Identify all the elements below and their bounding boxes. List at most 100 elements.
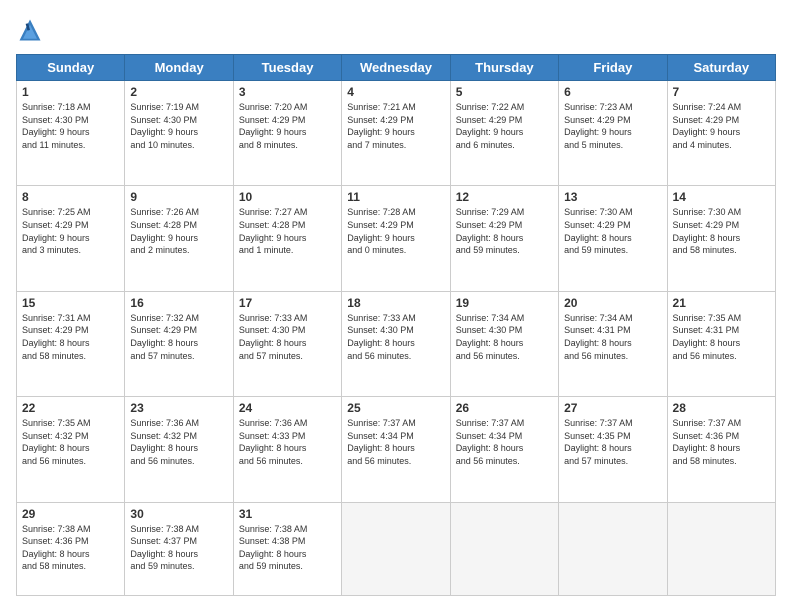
calendar-cell: 27 Sunrise: 7:37 AM Sunset: 4:35 PM Dayli… — [559, 397, 667, 502]
day-info: Sunrise: 7:34 AM Sunset: 4:31 PM Dayligh… — [564, 312, 661, 362]
day-info: Sunrise: 7:37 AM Sunset: 4:34 PM Dayligh… — [347, 417, 444, 467]
day-info: Sunrise: 7:35 AM Sunset: 4:32 PM Dayligh… — [22, 417, 119, 467]
day-info: Sunrise: 7:34 AM Sunset: 4:30 PM Dayligh… — [456, 312, 553, 362]
calendar-cell: 1 Sunrise: 7:18 AM Sunset: 4:30 PM Daylig… — [17, 81, 125, 186]
calendar-cell: 23Sunrise: 7:36 AM Sunset: 4:32 PM Dayli… — [125, 397, 233, 502]
calendar-cell: 24 Sunrise: 7:36 AM Sunset: 4:33 PM Dayli… — [233, 397, 341, 502]
calendar-cell: 29 Sunrise: 7:38 AM Sunset: 4:36 PM Dayli… — [17, 502, 125, 596]
day-number: 15 — [22, 296, 119, 310]
calendar-cell: 28 Sunrise: 7:37 AM Sunset: 4:36 PM Dayli… — [667, 397, 775, 502]
day-info: Sunrise: 7:28 AM Sunset: 4:29 PM Dayligh… — [347, 206, 444, 256]
weekday-friday: Friday — [559, 55, 667, 81]
header — [16, 16, 776, 44]
day-info: Sunrise: 7:21 AM Sunset: 4:29 PM Dayligh… — [347, 101, 444, 151]
logo-icon — [16, 16, 44, 44]
day-number: 30 — [130, 507, 227, 521]
day-info: Sunrise: 7:36 AM Sunset: 4:33 PM Dayligh… — [239, 417, 336, 467]
calendar-cell — [559, 502, 667, 596]
day-info: Sunrise: 7:26 AM Sunset: 4:28 PM Dayligh… — [130, 206, 227, 256]
day-number: 12 — [456, 190, 553, 204]
day-number: 19 — [456, 296, 553, 310]
day-number: 5 — [456, 85, 553, 99]
day-number: 2 — [130, 85, 227, 99]
day-info: Sunrise: 7:36 AM Sunset: 4:32 PM Dayligh… — [130, 417, 227, 467]
calendar-cell: 3 Sunrise: 7:20 AM Sunset: 4:29 PM Daylig… — [233, 81, 341, 186]
day-info: Sunrise: 7:25 AM Sunset: 4:29 PM Dayligh… — [22, 206, 119, 256]
calendar-cell: 12 Sunrise: 7:29 AM Sunset: 4:29 PM Dayli… — [450, 186, 558, 291]
calendar-cell: 30 Sunrise: 7:38 AM Sunset: 4:37 PM Dayli… — [125, 502, 233, 596]
calendar-cell: 11 Sunrise: 7:28 AM Sunset: 4:29 PM Dayli… — [342, 186, 450, 291]
day-number: 25 — [347, 401, 444, 415]
weekday-sunday: Sunday — [17, 55, 125, 81]
day-info: Sunrise: 7:38 AM Sunset: 4:37 PM Dayligh… — [130, 523, 227, 573]
day-number: 24 — [239, 401, 336, 415]
day-info: Sunrise: 7:19 AM Sunset: 4:30 PM Dayligh… — [130, 101, 227, 151]
calendar-cell: 9 Sunrise: 7:26 AM Sunset: 4:28 PM Daylig… — [125, 186, 233, 291]
calendar-cell: 10Sunrise: 7:27 AM Sunset: 4:28 PM Dayli… — [233, 186, 341, 291]
calendar-cell: 4 Sunrise: 7:21 AM Sunset: 4:29 PM Daylig… — [342, 81, 450, 186]
day-number: 6 — [564, 85, 661, 99]
day-info: Sunrise: 7:29 AM Sunset: 4:29 PM Dayligh… — [456, 206, 553, 256]
calendar-cell: 7Sunrise: 7:24 AM Sunset: 4:29 PM Daylig… — [667, 81, 775, 186]
weekday-monday: Monday — [125, 55, 233, 81]
calendar-cell: 8Sunrise: 7:25 AM Sunset: 4:29 PM Daylig… — [17, 186, 125, 291]
day-number: 29 — [22, 507, 119, 521]
day-number: 22 — [22, 401, 119, 415]
day-info: Sunrise: 7:30 AM Sunset: 4:29 PM Dayligh… — [673, 206, 770, 256]
day-number: 3 — [239, 85, 336, 99]
day-info: Sunrise: 7:20 AM Sunset: 4:29 PM Dayligh… — [239, 101, 336, 151]
calendar-week-1: 1 Sunrise: 7:18 AM Sunset: 4:30 PM Daylig… — [17, 81, 776, 186]
calendar-cell — [342, 502, 450, 596]
day-info: Sunrise: 7:23 AM Sunset: 4:29 PM Dayligh… — [564, 101, 661, 151]
calendar-cell: 25 Sunrise: 7:37 AM Sunset: 4:34 PM Dayli… — [342, 397, 450, 502]
calendar-week-3: 15 Sunrise: 7:31 AM Sunset: 4:29 PM Dayli… — [17, 291, 776, 396]
day-number: 1 — [22, 85, 119, 99]
day-number: 10 — [239, 190, 336, 204]
calendar-cell: 15 Sunrise: 7:31 AM Sunset: 4:29 PM Dayli… — [17, 291, 125, 396]
day-info: Sunrise: 7:32 AM Sunset: 4:29 PM Dayligh… — [130, 312, 227, 362]
calendar-table: SundayMondayTuesdayWednesdayThursdayFrid… — [16, 54, 776, 596]
day-number: 31 — [239, 507, 336, 521]
day-number: 21 — [673, 296, 770, 310]
day-number: 4 — [347, 85, 444, 99]
day-number: 27 — [564, 401, 661, 415]
day-number: 14 — [673, 190, 770, 204]
day-info: Sunrise: 7:33 AM Sunset: 4:30 PM Dayligh… — [239, 312, 336, 362]
day-info: Sunrise: 7:30 AM Sunset: 4:29 PM Dayligh… — [564, 206, 661, 256]
calendar-week-2: 8Sunrise: 7:25 AM Sunset: 4:29 PM Daylig… — [17, 186, 776, 291]
logo — [16, 16, 48, 44]
day-info: Sunrise: 7:33 AM Sunset: 4:30 PM Dayligh… — [347, 312, 444, 362]
day-info: Sunrise: 7:31 AM Sunset: 4:29 PM Dayligh… — [22, 312, 119, 362]
day-number: 11 — [347, 190, 444, 204]
calendar-cell: 21 Sunrise: 7:35 AM Sunset: 4:31 PM Dayli… — [667, 291, 775, 396]
calendar-cell: 31 Sunrise: 7:38 AM Sunset: 4:38 PM Dayli… — [233, 502, 341, 596]
calendar-cell: 18Sunrise: 7:33 AM Sunset: 4:30 PM Dayli… — [342, 291, 450, 396]
calendar-cell — [450, 502, 558, 596]
weekday-header-row: SundayMondayTuesdayWednesdayThursdayFrid… — [17, 55, 776, 81]
calendar-cell — [667, 502, 775, 596]
day-number: 28 — [673, 401, 770, 415]
day-info: Sunrise: 7:38 AM Sunset: 4:38 PM Dayligh… — [239, 523, 336, 573]
calendar-cell: 5 Sunrise: 7:22 AM Sunset: 4:29 PM Daylig… — [450, 81, 558, 186]
day-info: Sunrise: 7:22 AM Sunset: 4:29 PM Dayligh… — [456, 101, 553, 151]
day-info: Sunrise: 7:35 AM Sunset: 4:31 PM Dayligh… — [673, 312, 770, 362]
calendar-body: 1 Sunrise: 7:18 AM Sunset: 4:30 PM Daylig… — [17, 81, 776, 596]
weekday-saturday: Saturday — [667, 55, 775, 81]
day-number: 16 — [130, 296, 227, 310]
calendar-cell: 13Sunrise: 7:30 AM Sunset: 4:29 PM Dayli… — [559, 186, 667, 291]
calendar-week-4: 22 Sunrise: 7:35 AM Sunset: 4:32 PM Dayli… — [17, 397, 776, 502]
calendar-cell: 22 Sunrise: 7:35 AM Sunset: 4:32 PM Dayli… — [17, 397, 125, 502]
calendar-cell: 6 Sunrise: 7:23 AM Sunset: 4:29 PM Daylig… — [559, 81, 667, 186]
day-info: Sunrise: 7:37 AM Sunset: 4:36 PM Dayligh… — [673, 417, 770, 467]
calendar-cell: 17 Sunrise: 7:33 AM Sunset: 4:30 PM Dayli… — [233, 291, 341, 396]
calendar-cell: 14 Sunrise: 7:30 AM Sunset: 4:29 PM Dayli… — [667, 186, 775, 291]
day-info: Sunrise: 7:37 AM Sunset: 4:35 PM Dayligh… — [564, 417, 661, 467]
weekday-tuesday: Tuesday — [233, 55, 341, 81]
day-info: Sunrise: 7:18 AM Sunset: 4:30 PM Dayligh… — [22, 101, 119, 151]
day-number: 17 — [239, 296, 336, 310]
weekday-thursday: Thursday — [450, 55, 558, 81]
day-number: 9 — [130, 190, 227, 204]
day-info: Sunrise: 7:38 AM Sunset: 4:36 PM Dayligh… — [22, 523, 119, 573]
day-number: 7 — [673, 85, 770, 99]
day-number: 26 — [456, 401, 553, 415]
